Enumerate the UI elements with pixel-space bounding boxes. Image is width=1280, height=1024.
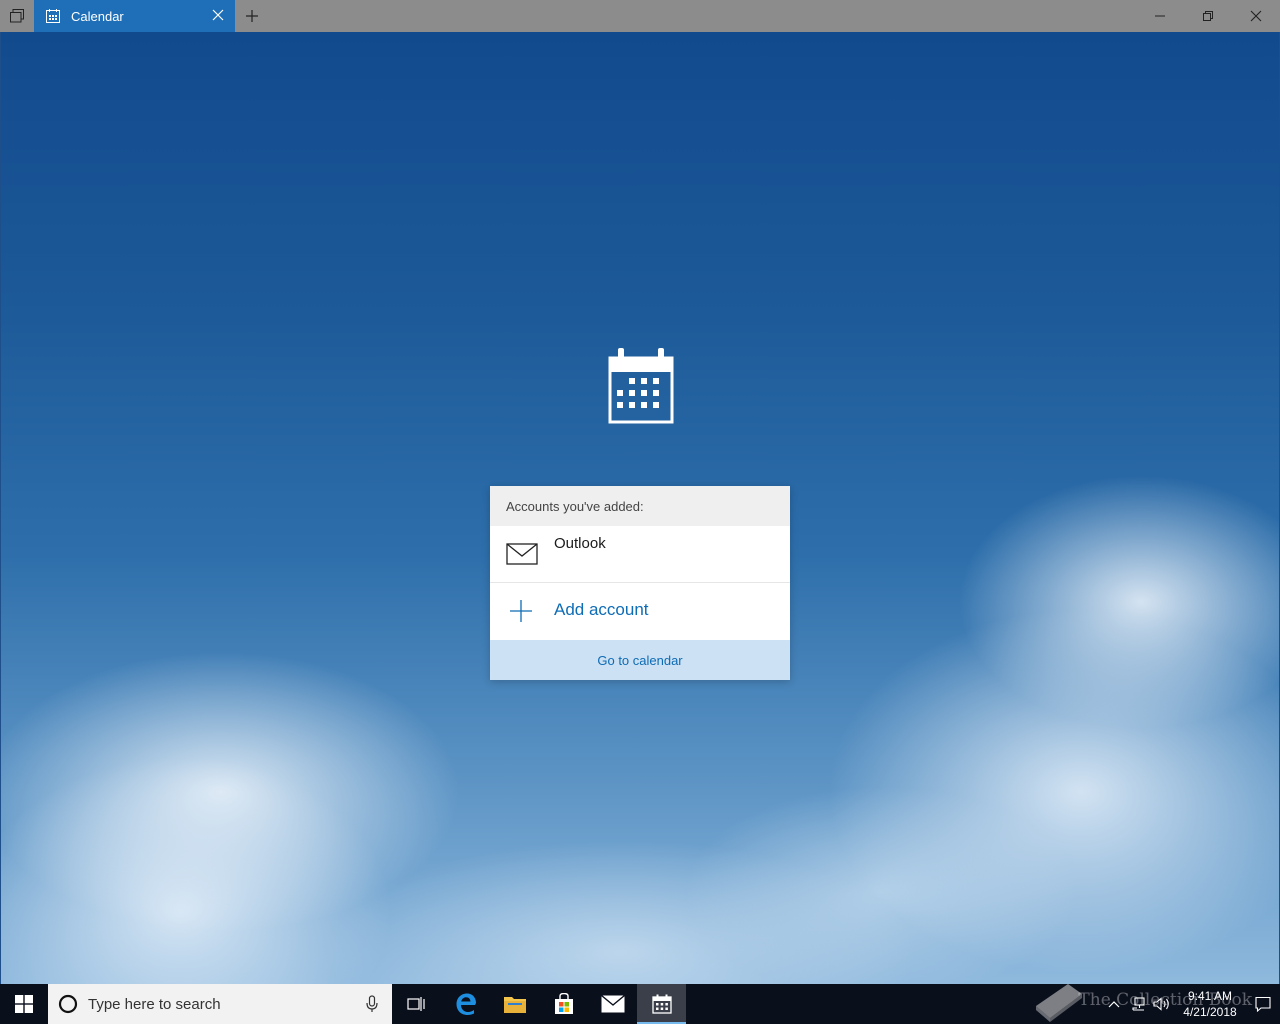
accounts-card: Accounts you've added: Outlook Add accou… xyxy=(490,486,790,680)
title-bar-drag-area[interactable] xyxy=(269,0,1136,32)
add-account-button[interactable]: Add account xyxy=(490,583,790,639)
accounts-header: Accounts you've added: xyxy=(490,486,790,526)
account-name: Outlook xyxy=(554,535,606,552)
tab-switcher-icon xyxy=(10,9,24,23)
title-bar: Calendar xyxy=(0,0,1280,32)
minimize-icon xyxy=(1155,15,1165,17)
close-tab-icon[interactable] xyxy=(211,8,225,22)
tab-calendar[interactable]: Calendar xyxy=(34,0,235,32)
mail-app-icon xyxy=(600,995,625,1013)
add-icon xyxy=(510,600,532,622)
tab-label: Calendar xyxy=(71,8,124,24)
calendar-app-background: Accounts you've added: Outlook Add accou… xyxy=(1,32,1279,984)
edge-button[interactable] xyxy=(441,984,490,1024)
microphone-icon[interactable] xyxy=(366,995,378,1013)
store-button[interactable] xyxy=(539,984,588,1024)
close-button[interactable] xyxy=(1232,0,1280,32)
windows-logo-icon xyxy=(15,995,33,1013)
mail-app-button[interactable] xyxy=(588,984,637,1024)
add-account-label: Add account xyxy=(554,600,649,619)
restore-button[interactable] xyxy=(1184,0,1232,32)
calendar-taskbar-icon xyxy=(651,994,672,1014)
store-bag-icon xyxy=(554,993,573,1014)
mail-icon xyxy=(506,543,538,565)
watermark-book-icon xyxy=(1036,984,1082,1022)
calendar-app-button[interactable] xyxy=(637,984,686,1024)
system-tray: The Collection Book 9:41 AM 4/21/2018 xyxy=(1036,984,1280,1024)
tab-switcher-button[interactable] xyxy=(0,0,34,32)
restore-icon xyxy=(1203,11,1213,21)
close-icon xyxy=(1250,10,1262,22)
start-button[interactable] xyxy=(0,984,48,1024)
cortana-icon xyxy=(58,994,78,1014)
file-explorer-button[interactable] xyxy=(490,984,539,1024)
plus-icon xyxy=(246,10,258,22)
edge-icon xyxy=(456,993,476,1015)
account-item-outlook[interactable]: Outlook xyxy=(490,526,790,583)
task-view-button[interactable] xyxy=(392,984,441,1024)
calendar-icon xyxy=(46,9,60,23)
search-placeholder: Type here to search xyxy=(88,995,221,1013)
calendar-logo-icon xyxy=(608,348,674,424)
notification-icon xyxy=(1255,996,1271,1012)
search-box[interactable]: Type here to search xyxy=(48,984,392,1024)
minimize-button[interactable] xyxy=(1136,0,1184,32)
watermark-text: The Collection Book xyxy=(1078,990,1252,1010)
go-to-calendar-button[interactable]: Go to calendar xyxy=(490,640,790,680)
task-view-icon xyxy=(406,997,425,1011)
taskbar: Type here to search The Collection Book … xyxy=(0,984,1280,1024)
folder-icon xyxy=(503,997,526,1013)
new-tab-button[interactable] xyxy=(235,0,269,32)
